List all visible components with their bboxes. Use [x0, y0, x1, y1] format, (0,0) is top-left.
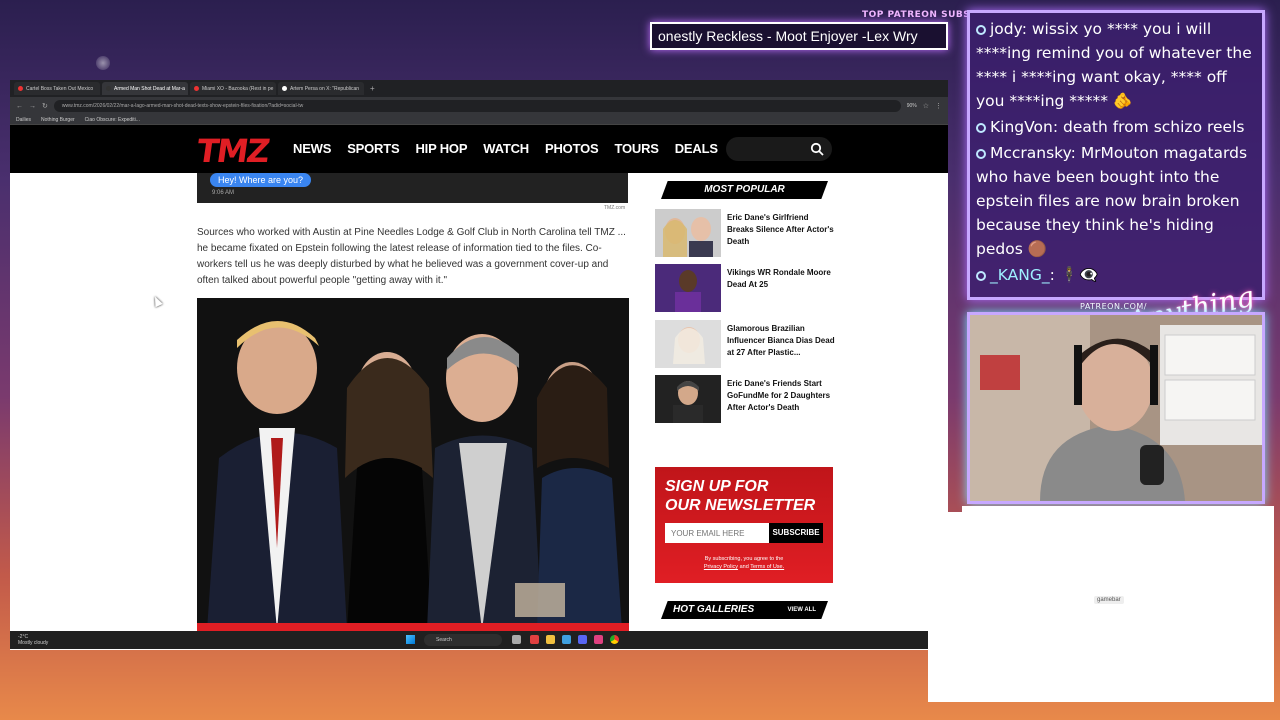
story-title: Vikings WR Rondale Moore Dead At 25 [727, 268, 831, 289]
chat-badge-icon [976, 123, 986, 133]
site-header: TMZ NEWS SPORTS HIP HOP WATCH PHOTOS TOU… [10, 125, 948, 173]
article-paragraph: Sources who worked with Austin at Pine N… [197, 227, 626, 286]
tab-label: Cartel Boss Taken Out Mexico [26, 85, 94, 92]
bookmark-item[interactable]: Ciao Obscure: Expediti... [85, 117, 140, 123]
newsletter-heading: SIGN UP FOR OUR NEWSLETTER [665, 478, 816, 514]
search-icon[interactable] [810, 142, 824, 156]
browser-tab-active[interactable]: Armed Man Shot Dead at Mar-a [102, 82, 188, 95]
app-icon[interactable] [594, 635, 603, 644]
nav-hip-hop[interactable]: HIP HOP [415, 141, 467, 156]
zoom-level[interactable]: 90% [907, 103, 917, 109]
app-icon[interactable] [530, 635, 539, 644]
popular-story[interactable]: Eric Dane's Girlfriend Breaks Silence Af… [655, 209, 835, 257]
browser-tab[interactable]: Cartel Boss Taken Out Mexico [14, 82, 100, 95]
browser-window: Cartel Boss Taken Out Mexico Armed Man S… [10, 80, 948, 650]
story-title: Eric Dane's Friends Start GoFundMe for 2… [727, 379, 831, 412]
overlay-panel [928, 512, 1274, 702]
popular-story[interactable]: Vikings WR Rondale Moore Dead At 25 [655, 264, 835, 312]
tab-bar: Cartel Boss Taken Out Mexico Armed Man S… [10, 80, 948, 97]
privacy-policy-link[interactable]: Privacy Policy [704, 564, 738, 570]
weather-widget[interactable]: -2°C Mostly cloudy [18, 634, 48, 646]
chat-badge-icon [976, 149, 986, 159]
youtube-icon [194, 86, 199, 91]
folder-icon[interactable] [546, 635, 555, 644]
group-photo-illustration [197, 298, 629, 630]
story-thumbnail [655, 264, 721, 312]
text-timestamp: 9:06 AM [212, 190, 235, 196]
webcam-illustration [970, 315, 1262, 501]
bookmark-star-icon[interactable]: ☆ [923, 102, 929, 110]
photo-caption-bar [197, 623, 629, 631]
hot-galleries-heading: HOT GALLERIES VIEW ALL [661, 601, 828, 619]
app-icon[interactable] [562, 635, 571, 644]
chat-message: _KANG_: 🕴️👁️‍🗨️ [976, 263, 1256, 287]
image-credit: TMZ.com [604, 205, 626, 211]
text-bubble: Hey! Where are you? [210, 173, 312, 187]
most-popular-heading: MOST POPULAR [661, 181, 828, 199]
chat-badge-icon [976, 25, 986, 35]
story-thumbnail [655, 320, 721, 368]
bookmark-item[interactable]: Dailies [16, 117, 31, 123]
stream-chat: jody: wissix yo **** you i will ****ing … [967, 10, 1265, 300]
nav-news[interactable]: NEWS [293, 141, 331, 156]
chat-badge-icon [976, 271, 986, 281]
bookmarks-bar: Dailies Nothing Burger Ciao Obscure: Exp… [10, 115, 948, 125]
favicon-icon [18, 86, 23, 91]
chrome-icon[interactable] [610, 635, 619, 644]
extensions-icon[interactable]: ⋮ [935, 102, 942, 110]
taskbar-search[interactable]: Search [424, 634, 502, 646]
url-field[interactable]: www.tmz.com/2026/02/22/mar-a-lago-armed-… [53, 100, 901, 112]
nav-deals[interactable]: DEALS [675, 141, 718, 156]
forward-icon[interactable]: → [29, 103, 36, 110]
task-view-icon[interactable] [512, 635, 521, 644]
site-search-input[interactable] [726, 137, 832, 161]
patreon-subs-title: TOP PATREON SUBS [862, 10, 971, 20]
tab-label: Miami XO - Bazooka (Rest in pe [202, 85, 274, 92]
nav-sports[interactable]: SPORTS [347, 141, 399, 156]
gamebar-badge: gamebar [1094, 596, 1124, 604]
article-page: Hey! Where are you? 9:06 AM TMZ.com Sour… [10, 173, 948, 650]
nav-photos[interactable]: PHOTOS [545, 141, 599, 156]
story-title: Eric Dane's Girlfriend Breaks Silence Af… [727, 213, 834, 246]
back-icon[interactable]: ← [16, 103, 23, 110]
patreon-ticker: onestly Reckless - Moot Enjoyer -Lex Wry [650, 22, 948, 50]
taskbar: -2°C Mostly cloudy Search [10, 631, 928, 649]
discord-icon[interactable] [578, 635, 587, 644]
bookmark-item[interactable]: Nothing Burger [41, 117, 75, 123]
browser-tab[interactable]: Miami XO - Bazooka (Rest in pe [190, 82, 276, 95]
tmz-logo[interactable]: TMZ [194, 132, 270, 170]
subscribe-button[interactable]: SUBSCRIBE [769, 523, 823, 543]
popular-story[interactable]: Eric Dane's Friends Start GoFundMe for 2… [655, 375, 835, 423]
chat-message: KingVon: death from schizo reels [976, 115, 1256, 139]
nav-watch[interactable]: WATCH [483, 141, 529, 156]
chat-message: Mccransky: MrMouton magatards who have b… [976, 144, 1248, 258]
webcam-feed [967, 312, 1265, 504]
view-all-link[interactable]: VIEW ALL [788, 601, 816, 619]
newsletter-signup: SIGN UP FOROUR NEWSLETTER SUBSCRIBE By s… [655, 467, 833, 583]
background-light [96, 56, 110, 70]
tab-label: Artem Persa on X: "Republican [290, 85, 360, 92]
tab-label: Armed Man Shot Dead at Mar-a [114, 85, 185, 92]
favicon-icon [106, 86, 111, 91]
newsletter-terms: By subscribing, you agree to the Privacy… [703, 556, 785, 570]
terms-of-use-link[interactable]: Terms of Use. [750, 564, 784, 570]
address-bar-row: ← → ↻ www.tmz.com/2026/02/22/mar-a-lago-… [10, 97, 948, 115]
article-photo[interactable] [197, 298, 629, 630]
reload-icon[interactable]: ↻ [42, 102, 48, 110]
x-icon [282, 86, 287, 91]
popular-story[interactable]: Glamorous Brazilian Influencer Bianca Di… [655, 320, 835, 368]
new-tab-icon[interactable]: + [370, 84, 375, 93]
story-thumbnail [655, 209, 721, 257]
story-thumbnail [655, 375, 721, 423]
browser-tab[interactable]: Artem Persa on X: "Republican [278, 82, 364, 95]
overlay-panel [962, 506, 1274, 516]
chat-message: jody: wissix yo **** you i will ****ing … [976, 20, 1252, 110]
email-field[interactable] [665, 523, 769, 543]
windows-start-icon[interactable] [406, 635, 415, 644]
story-title: Glamorous Brazilian Influencer Bianca Di… [727, 324, 835, 357]
nav-tours[interactable]: TOURS [614, 141, 658, 156]
mouse-cursor-icon [151, 294, 163, 308]
site-nav: NEWS SPORTS HIP HOP WATCH PHOTOS TOURS D… [293, 141, 718, 156]
